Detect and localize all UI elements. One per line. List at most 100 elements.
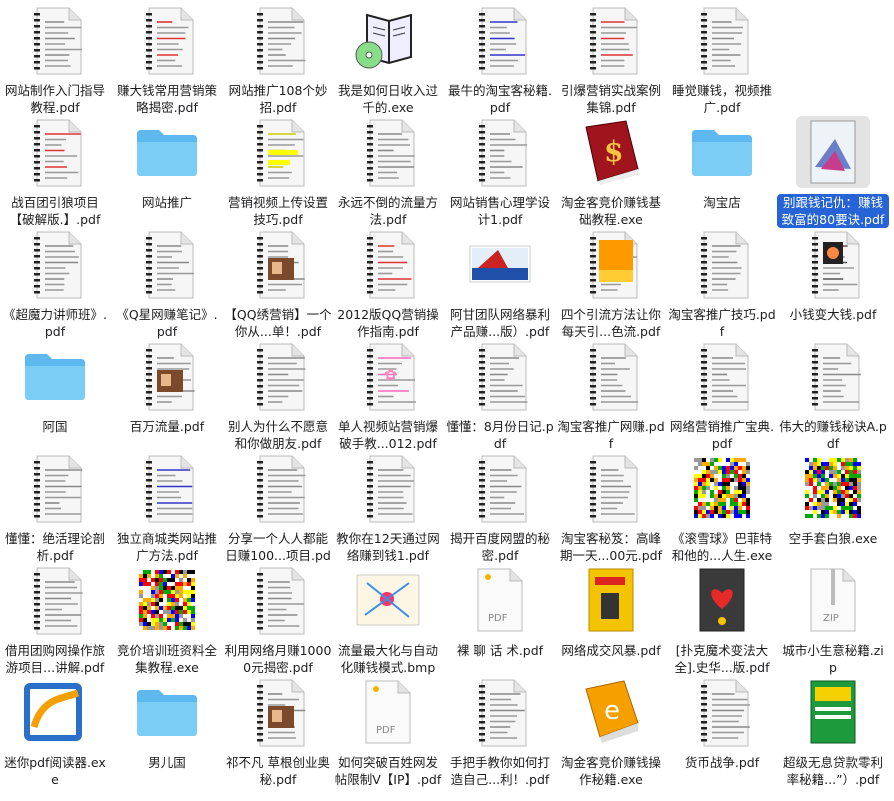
- book-cover-icon: [574, 564, 648, 636]
- pdf-document-icon: [574, 228, 648, 300]
- file-item[interactable]: PDF 如何突破百姓网发帖限制V【IP】.pdf: [332, 676, 444, 788]
- pdf-document-icon: [18, 4, 92, 76]
- pdf-document-icon: [241, 676, 315, 748]
- file-item[interactable]: 网站销售心理学设计1.pdf: [444, 116, 556, 228]
- file-item[interactable]: 网络成交风暴.pdf: [555, 564, 667, 659]
- file-item[interactable]: 竞价培训班资料全集教程.exe: [111, 564, 223, 676]
- file-name: 淘金客竞价赚钱操作秘籍.exe: [560, 755, 661, 787]
- file-item[interactable]: 独立商城类网站推广方法.pdf: [111, 452, 223, 564]
- file-item[interactable]: 淘宝客秘笈：高峰期一天...00元.pdf: [555, 452, 667, 564]
- book-cd-icon: [351, 4, 425, 76]
- file-name: 货币战争.pdf: [684, 755, 760, 770]
- file-item[interactable]: 借用团购网操作旅游项目...讲解.pdf: [0, 564, 111, 676]
- noise-image-icon: [796, 452, 870, 524]
- file-item[interactable]: 四个引流方法让你每天引...色流.pdf: [555, 228, 667, 340]
- file-item[interactable]: 网站制作入门指导教程.pdf: [0, 4, 111, 116]
- file-item[interactable]: 网络营销推广宝典.pdf: [666, 340, 778, 452]
- dollar-book-icon: $: [574, 116, 648, 188]
- file-item[interactable]: 战百团引狼项目【破解版.】.pdf: [0, 116, 111, 228]
- file-item[interactable]: 淘宝客推广技巧.pdf: [666, 228, 778, 340]
- file-name: 如何突破百姓网发帖限制V【IP】.pdf: [334, 755, 442, 787]
- file-item[interactable]: 懂懂：8月份日记.pdf: [444, 340, 556, 452]
- file-name: 竞价培训班资料全集教程.exe: [116, 643, 217, 675]
- file-item[interactable]: 引爆营销实战案例集锦.pdf: [555, 4, 667, 116]
- file-item[interactable]: 空手套白狼.exe: [777, 452, 889, 547]
- file-item[interactable]: 利用网络月赚10000元揭密.pdf: [222, 564, 334, 676]
- file-item[interactable]: 阿国: [0, 340, 111, 435]
- pdf-document-icon: [685, 4, 759, 76]
- file-item[interactable]: 男儿国: [111, 676, 223, 771]
- file-item[interactable]: 祁不凡 草根创业奥秘.pdf: [222, 676, 334, 788]
- file-item[interactable]: [扑克魔术变法大全].史华...版.pdf: [666, 564, 778, 676]
- file-item[interactable]: 网站推广: [111, 116, 223, 211]
- file-name: 手把手教你如何打造自己...利！.pdf: [449, 755, 550, 787]
- file-item[interactable]: 揭开百度网盟的秘密.pdf: [444, 452, 556, 564]
- file-name: 网站推广: [141, 195, 192, 210]
- file-item[interactable]: ZIP 城市小生意秘籍.zip: [777, 564, 889, 676]
- folder-icon: [130, 676, 204, 748]
- book-cover-icon: [796, 116, 870, 188]
- file-item[interactable]: 伟大的赚钱秘诀A.pdf: [777, 340, 889, 452]
- file-name: 淘宝客推广网赚.pdf: [557, 419, 665, 451]
- pdf-document-icon: [18, 228, 92, 300]
- file-item[interactable]: 2012版QQ营销操作指南.pdf: [332, 228, 444, 340]
- file-item[interactable]: 迷你pdf阅读器.exe: [0, 676, 111, 788]
- pdf-document-icon: [241, 4, 315, 76]
- file-item[interactable]: 货币战争.pdf: [666, 676, 778, 771]
- file-name: 单人视频站营销爆破手教...012.pdf: [337, 419, 438, 451]
- file-item[interactable]: 《滚雪球》巴菲特和他的...人生.exe: [666, 452, 778, 564]
- file-item[interactable]: 网站推广108个妙招.pdf: [222, 4, 334, 116]
- file-item[interactable]: 别人为什么不愿意和你做朋友.pdf: [222, 340, 334, 452]
- pdf-document-icon: [18, 452, 92, 524]
- file-item[interactable]: 别跟钱记仇：赚钱致富的80要诀.pdf: [777, 116, 889, 228]
- file-name: 小钱变大钱.pdf: [789, 307, 877, 322]
- file-item[interactable]: 懂懂：绝活理论剖析.pdf: [0, 452, 111, 564]
- file-name: 《Q星网赚笔记》.pdf: [116, 307, 218, 339]
- ebook-orange-icon: e: [574, 676, 648, 748]
- file-item[interactable]: $ 淘金客竞价赚钱基础教程.exe: [555, 116, 667, 228]
- file-item[interactable]: 阿甘团队网络暴利产品赚...版）.pdf: [444, 228, 556, 340]
- app-icon: [18, 676, 92, 748]
- pdf-document-icon: [351, 116, 425, 188]
- pdf-document-icon: [796, 340, 870, 412]
- file-name: 揭开百度网盟的秘密.pdf: [449, 531, 550, 563]
- file-item[interactable]: 《超魔力讲师班》.pdf: [0, 228, 111, 340]
- file-item[interactable]: 超级无息贷款零利率秘籍...”）.pdf: [777, 676, 889, 788]
- file-item[interactable]: 永远不倒的流量方法.pdf: [332, 116, 444, 228]
- file-item[interactable]: 淘宝客推广网赚.pdf: [555, 340, 667, 452]
- file-item[interactable]: PDF 裸 聊 话 术.pdf: [444, 564, 556, 659]
- pdf-document-icon: [463, 452, 537, 524]
- file-item[interactable]: 百万流量.pdf: [111, 340, 223, 435]
- file-item[interactable]: 分享一个人人都能日赚100...项目.pdf: [222, 452, 334, 581]
- file-name: 淘宝客秘笈：高峰期一天...00元.pdf: [559, 531, 663, 563]
- file-item[interactable]: 睡觉赚钱，视频推广.pdf: [666, 4, 778, 116]
- pdf-document-icon: [685, 340, 759, 412]
- file-item[interactable]: 手把手教你如何打造自己...利！.pdf: [444, 676, 556, 788]
- file-item[interactable]: 赚大钱常用营销策略揭密.pdf: [111, 4, 223, 116]
- file-item[interactable]: 教你在12天通过网络赚到钱1.pdf: [332, 452, 444, 564]
- file-item[interactable]: 【QQ绣营销】一个你从...单！.pdf: [222, 228, 334, 340]
- file-item[interactable]: 《Q星网赚笔记》.pdf: [111, 228, 223, 340]
- pdf-document-icon: [796, 228, 870, 300]
- svg-text:PDF: PDF: [488, 613, 508, 624]
- file-name: 裸 聊 话 术.pdf: [456, 643, 544, 658]
- file-item[interactable]: 淘宝店: [666, 116, 778, 211]
- file-item[interactable]: 最牛的淘宝客秘籍.pdf: [444, 4, 556, 116]
- file-name: 网络营销推广宝典.pdf: [670, 419, 774, 451]
- file-name: 流量最大化与自动化赚钱模式.bmp: [337, 643, 438, 675]
- pdf-document-icon: [574, 340, 648, 412]
- mindmap-image-icon: [351, 564, 425, 636]
- svg-text:✿: ✿: [384, 365, 397, 384]
- file-item[interactable]: 小钱变大钱.pdf: [777, 228, 889, 323]
- file-name: [扑克魔术变法大全].史华...版.pdf: [674, 643, 770, 675]
- file-name: 教你在12天通过网络赚到钱1.pdf: [336, 531, 440, 563]
- file-item[interactable]: 营销视频上传设置技巧.pdf: [222, 116, 334, 228]
- file-item[interactable]: e 淘金客竞价赚钱操作秘籍.exe: [555, 676, 667, 788]
- zip-archive-icon: ZIP: [796, 564, 870, 636]
- pdf-generic-icon: PDF: [351, 676, 425, 748]
- file-item[interactable]: 我是如何日收入过千的.exe: [332, 4, 444, 116]
- pdf-document-icon: [241, 564, 315, 636]
- file-item[interactable]: 流量最大化与自动化赚钱模式.bmp: [332, 564, 444, 676]
- file-item[interactable]: ✿ 单人视频站营销爆破手教...012.pdf: [332, 340, 444, 452]
- pdf-document-icon: [351, 452, 425, 524]
